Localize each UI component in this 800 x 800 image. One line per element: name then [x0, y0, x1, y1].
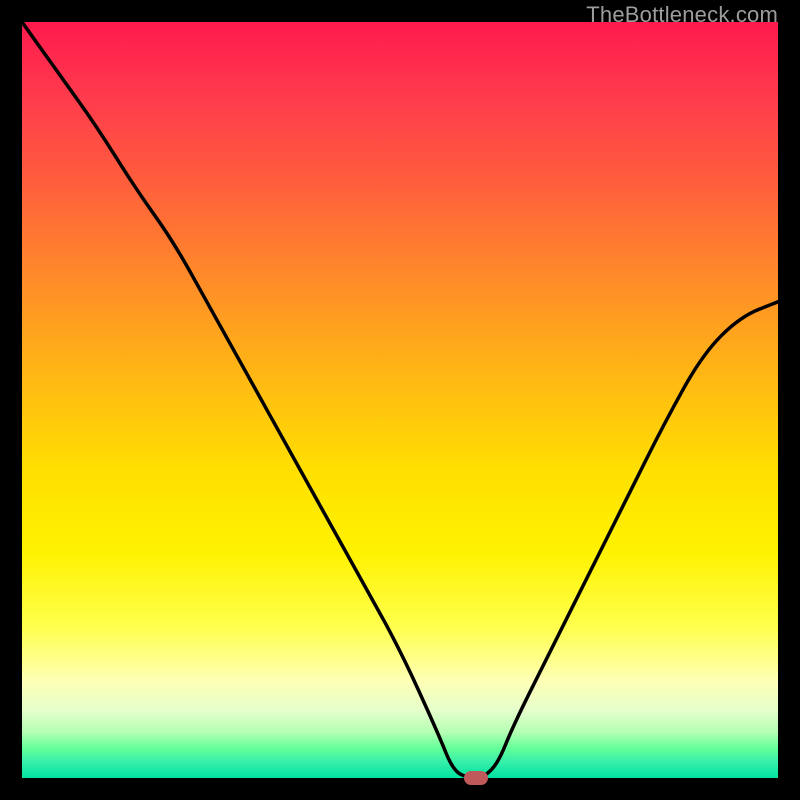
bottleneck-curve	[22, 22, 778, 778]
chart-frame: TheBottleneck.com	[0, 0, 800, 800]
optimal-point-marker	[464, 771, 488, 785]
plot-area	[22, 22, 778, 778]
